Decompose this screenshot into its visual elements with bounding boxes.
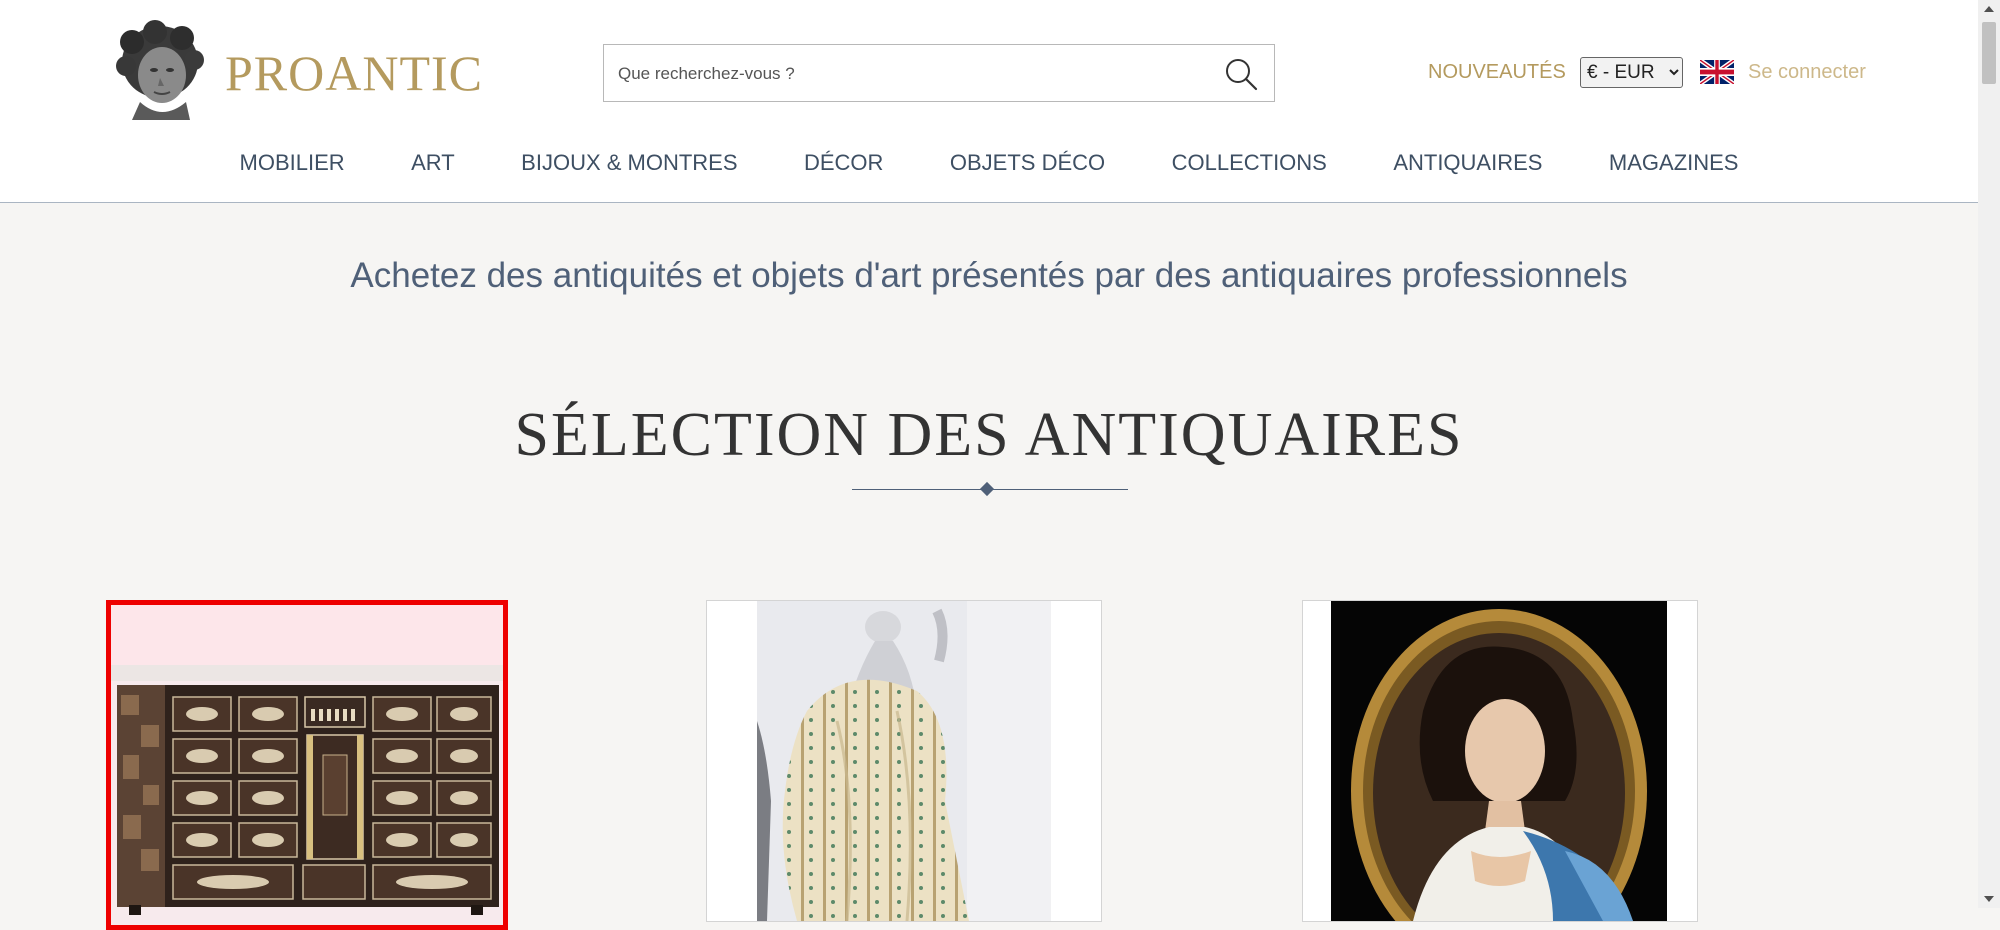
scroll-up-arrow-icon[interactable] <box>1984 6 1994 12</box>
vertical-scrollbar[interactable] <box>1978 0 2000 908</box>
product-card-cabinet[interactable] <box>106 600 508 930</box>
nouveautes-link[interactable]: NOUVEAUTÉS <box>1428 61 1566 84</box>
site-logo-text[interactable]: PROANTIC <box>225 44 483 102</box>
bust-logo-icon[interactable] <box>110 20 210 122</box>
login-link[interactable]: Se connecter <box>1748 61 1866 84</box>
cabinet-image <box>111 605 503 925</box>
nav-item-collections[interactable]: COLLECTIONS <box>1172 150 1327 176</box>
nav-item-mobilier[interactable]: MOBILIER <box>240 150 345 176</box>
uk-flag-icon[interactable] <box>1700 60 1734 84</box>
title-divider-ornament <box>979 481 995 497</box>
scrollbar-thumb[interactable] <box>1982 22 1996 84</box>
main-nav: MOBILIER ART BIJOUX & MONTRES DÉCOR OBJE… <box>0 150 1978 176</box>
nav-item-objets-deco[interactable]: OBJETS DÉCO <box>950 150 1105 176</box>
product-card-portrait[interactable] <box>1302 600 1698 922</box>
portrait-image <box>1303 601 1697 921</box>
search-icon[interactable] <box>1222 55 1260 93</box>
product-card-fabric[interactable] <box>706 600 1102 922</box>
section-title: SÉLECTION DES ANTIQUAIRES <box>514 401 1464 469</box>
page-tagline: Achetez des antiquités et objets d'art p… <box>350 256 1628 295</box>
currency-select[interactable]: € - EUR <box>1580 57 1683 88</box>
nav-item-decor[interactable]: DÉCOR <box>804 150 883 176</box>
nav-item-bijoux-montres[interactable]: BIJOUX & MONTRES <box>521 150 737 176</box>
site-header: PROANTIC NOUVEAUTÉS € - EUR Se connecter… <box>0 0 1978 203</box>
nav-item-art[interactable]: ART <box>411 150 455 176</box>
search-bar <box>603 44 1275 103</box>
search-input[interactable] <box>616 45 1200 103</box>
scroll-down-arrow-icon[interactable] <box>1984 896 1994 902</box>
nav-item-antiquaires[interactable]: ANTIQUAIRES <box>1393 150 1542 176</box>
fabric-image <box>707 601 1101 921</box>
nav-item-magazines[interactable]: MAGAZINES <box>1609 150 1739 176</box>
